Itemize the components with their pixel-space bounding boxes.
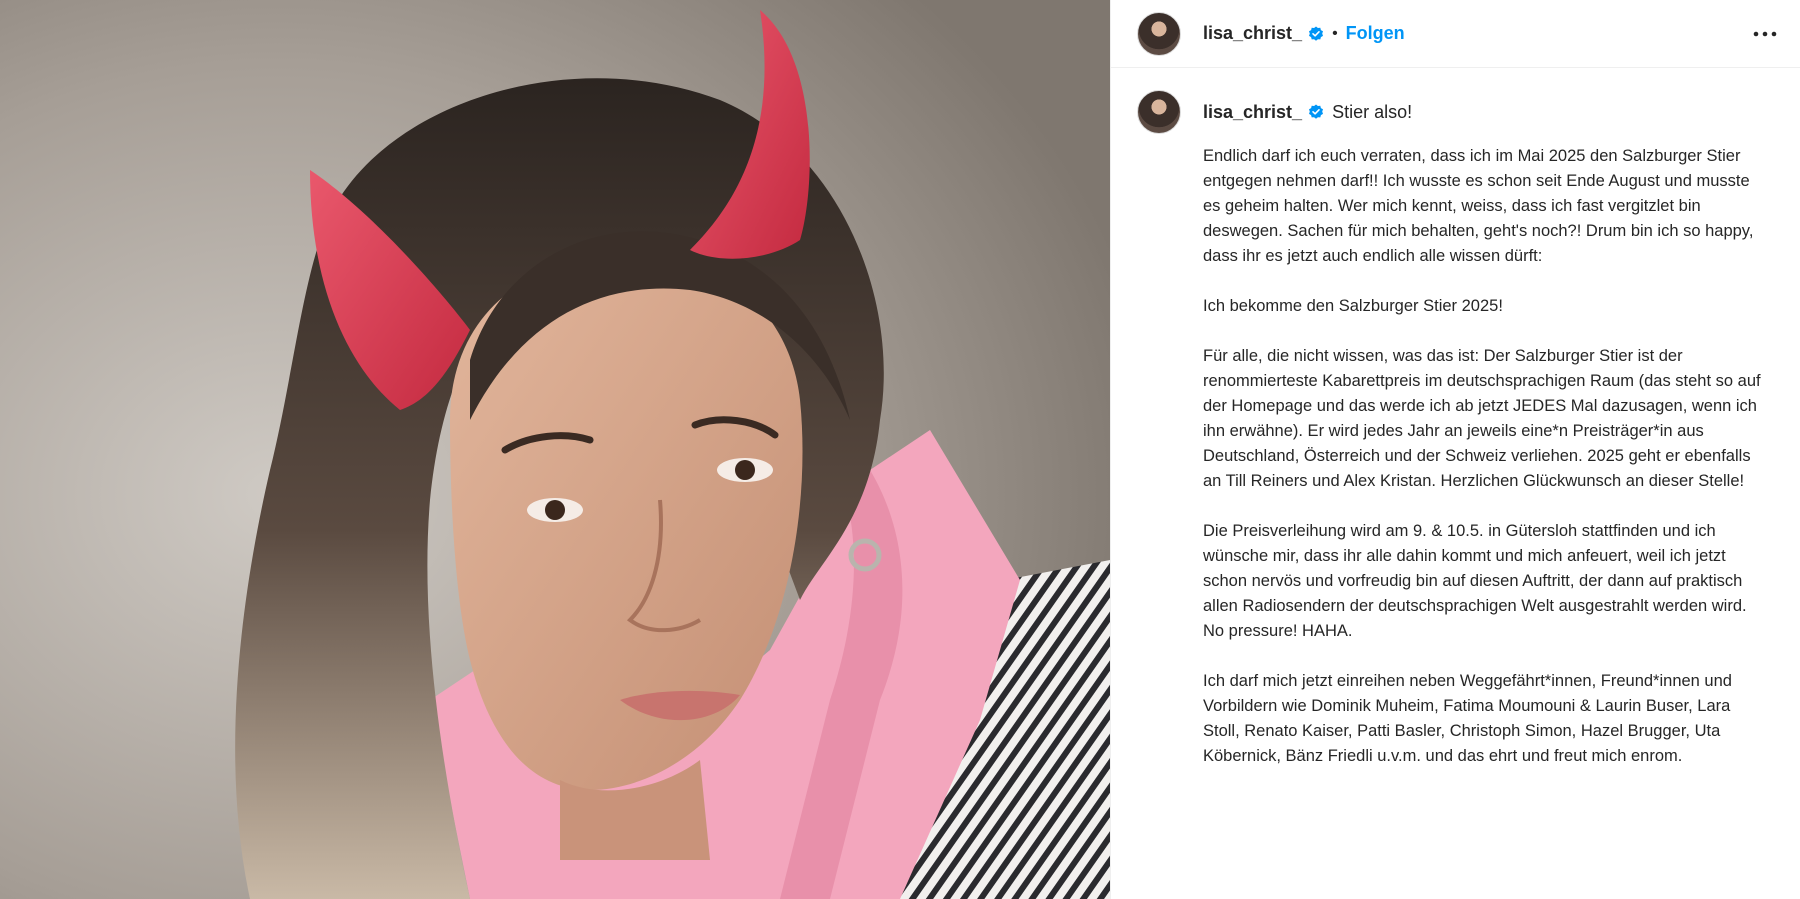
more-horizontal-icon[interactable]: [1748, 17, 1782, 51]
caption-paragraph: Ich bekomme den Salzburger Stier 2025!: [1203, 297, 1503, 315]
instagram-post: lisa_christ_ • Folgen lisa_christ_ Stier…: [0, 0, 1800, 899]
post-header: lisa_christ_ • Folgen: [1111, 0, 1800, 68]
portrait-illustration: [0, 0, 1110, 899]
caption-username[interactable]: lisa_christ_: [1203, 102, 1302, 123]
caption-avatar[interactable]: [1137, 90, 1181, 134]
follow-button[interactable]: Folgen: [1346, 23, 1405, 44]
verified-badge-icon: [1308, 104, 1324, 120]
caption-section: lisa_christ_ Stier also! Endlich darf ic…: [1111, 68, 1800, 898]
post-sidebar: lisa_christ_ • Folgen lisa_christ_ Stier…: [1110, 0, 1800, 899]
avatar[interactable]: [1137, 11, 1181, 56]
post-image[interactable]: [0, 0, 1110, 899]
caption-text: Endlich darf ich euch verraten, dass ich…: [1203, 144, 1763, 769]
caption-header: lisa_christ_ Stier also!: [1137, 90, 1782, 134]
caption-paragraph: Endlich darf ich euch verraten, dass ich…: [1203, 147, 1754, 265]
caption-paragraph: Für alle, die nicht wissen, was das ist:…: [1203, 347, 1761, 490]
caption-paragraph: Ich darf mich jetzt einreihen neben Wegg…: [1203, 672, 1732, 765]
caption-paragraph: Die Preisverleihung wird am 9. & 10.5. i…: [1203, 522, 1747, 640]
verified-badge-icon: [1308, 26, 1324, 42]
separator-dot: •: [1332, 24, 1338, 42]
username[interactable]: lisa_christ_: [1203, 23, 1302, 44]
caption-title: Stier also!: [1332, 101, 1413, 122]
